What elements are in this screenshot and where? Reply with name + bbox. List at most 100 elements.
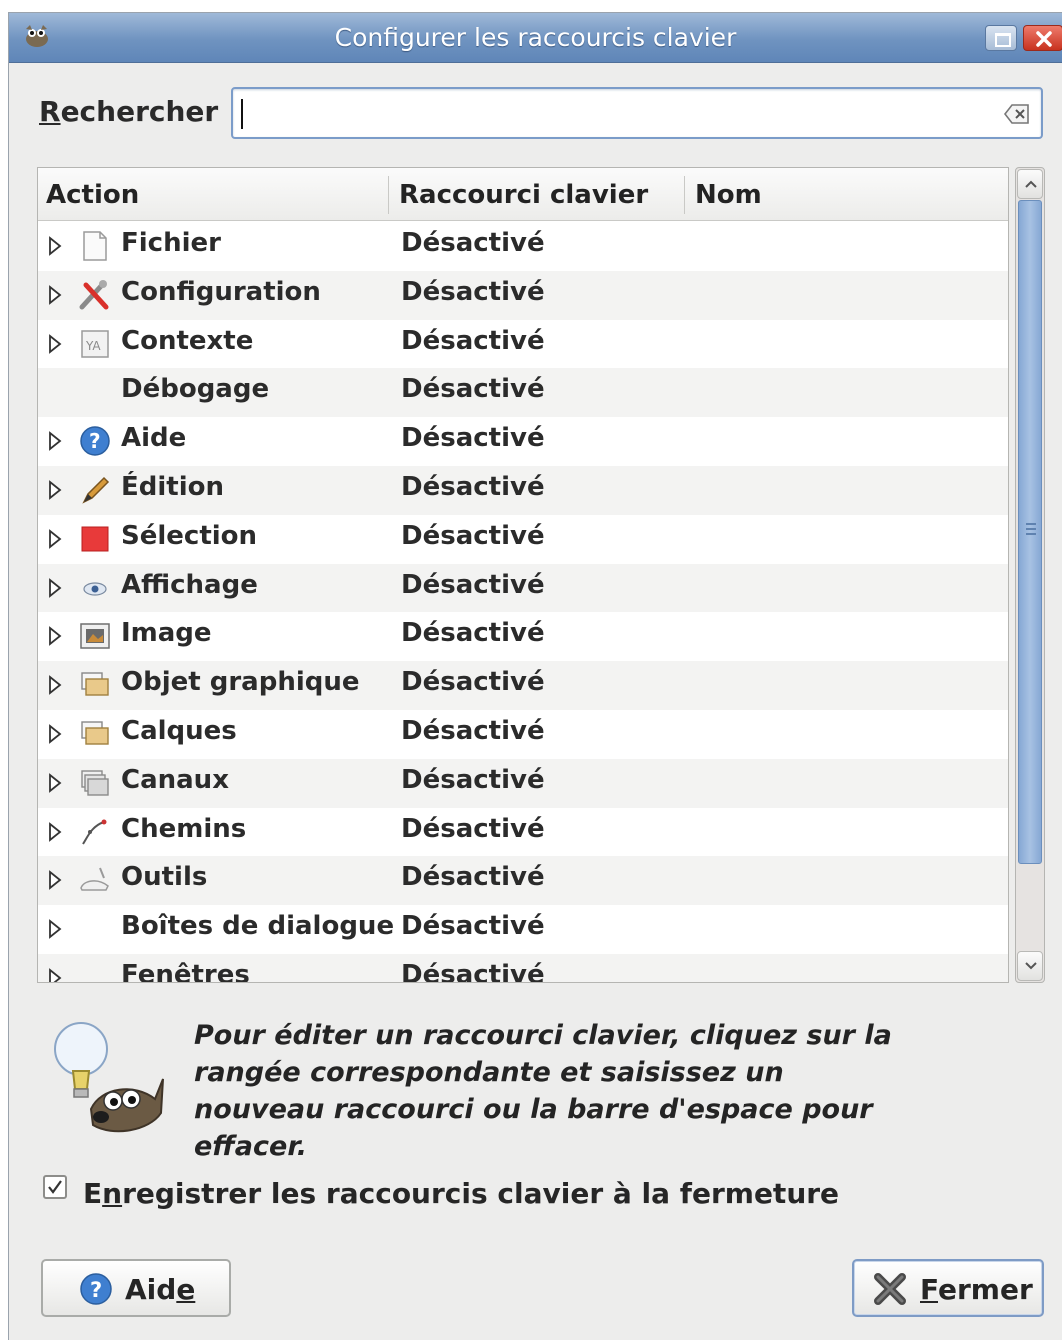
scroll-up-button[interactable]: [1017, 169, 1043, 199]
image-icon: [80, 623, 110, 650]
row-shortcut: Désactivé: [401, 423, 545, 454]
close-icon: [874, 1273, 906, 1305]
help-icon: ?: [80, 1273, 112, 1305]
channels-icon: [81, 770, 109, 796]
selection-icon: [81, 526, 109, 552]
expander-arrow-icon[interactable]: [48, 772, 62, 793]
row-shortcut: Désactivé: [401, 569, 545, 600]
column-header-action[interactable]: Action: [38, 178, 388, 212]
svg-text:?: ?: [89, 429, 101, 453]
chevron-up-icon: [1025, 180, 1037, 188]
table-row[interactable]: Chemins Désactivé: [38, 808, 1008, 857]
column-separator: [684, 176, 685, 214]
expander-arrow-icon[interactable]: [48, 284, 62, 305]
svg-text:YA: YA: [85, 339, 101, 353]
table-row[interactable]: Calques Désactivé: [38, 710, 1008, 759]
expander-arrow-icon[interactable]: [48, 236, 62, 256]
row-shortcut: Désactivé: [401, 520, 545, 551]
row-action: Affichage: [121, 569, 258, 600]
window-title: Configurer les raccourcis clavier: [334, 23, 737, 52]
table-row[interactable]: ? Aide Désactivé: [38, 417, 1008, 466]
expander-arrow-icon[interactable]: [48, 480, 62, 500]
save-on-exit-checkbox[interactable]: [43, 1175, 67, 1199]
help-icon: ?: [80, 426, 110, 456]
table-row[interactable]: YA Contexte Désactivé: [38, 320, 1008, 369]
row-action: Configuration: [121, 276, 321, 307]
row-shortcut: Désactivé: [401, 911, 545, 942]
tools-box-icon: [80, 867, 109, 892]
column-header-shortcut[interactable]: Raccourci clavier: [391, 178, 683, 212]
vertical-scrollbar[interactable]: [1015, 167, 1045, 983]
expander-arrow-icon[interactable]: [48, 724, 62, 744]
expander-arrow-icon[interactable]: [48, 675, 62, 696]
table-row[interactable]: Affichage Désactivé: [38, 563, 1008, 613]
table-row[interactable]: Fichier Désactivé: [38, 222, 1008, 271]
tree-rows: Fichier Désactivé Configuration Désactiv…: [38, 222, 1008, 983]
help-button[interactable]: ? Aide: [41, 1259, 231, 1317]
row-shortcut: Désactivé: [401, 618, 545, 649]
row-action: Chemins: [121, 813, 247, 844]
column-separator: [388, 176, 389, 214]
row-action: Contexte: [121, 325, 254, 356]
expander-arrow-icon[interactable]: [48, 919, 62, 940]
row-shortcut: Désactivé: [401, 862, 545, 893]
eye-icon: [83, 581, 107, 596]
help-button-label: Aide: [125, 1273, 196, 1306]
layers-icon: [81, 721, 109, 745]
search-input[interactable]: [231, 87, 1043, 139]
expander-arrow-icon[interactable]: [48, 528, 62, 549]
context-icon: YA: [81, 329, 109, 358]
paths-icon: [82, 819, 107, 845]
expander-arrow-icon[interactable]: [48, 431, 62, 452]
row-shortcut: Désactivé: [401, 228, 545, 258]
table-row[interactable]: Boîtes de dialogue Désactivé: [38, 905, 1008, 954]
row-shortcut: Désactivé: [401, 374, 545, 405]
hint-text: Pour éditer un raccourci clavier, clique…: [194, 1020, 892, 1162]
expander-arrow-icon[interactable]: [48, 870, 62, 891]
table-row[interactable]: Objet graphique Désactivé: [38, 661, 1008, 710]
row-action: Sélection: [121, 520, 258, 551]
row-action: Calques: [121, 715, 237, 746]
close-window-button[interactable]: [1023, 25, 1062, 51]
row-shortcut: Désactivé: [401, 667, 545, 698]
pencil-icon: [82, 476, 110, 504]
chevron-down-icon: [1025, 962, 1037, 970]
expander-arrow-icon[interactable]: [48, 821, 62, 842]
shortcuts-tree[interactable]: Action Raccourci clavier Nom Fichier Dés…: [37, 167, 1009, 983]
table-row[interactable]: Débogage Désactivé: [38, 368, 1008, 418]
table-row[interactable]: Image Désactivé: [38, 612, 1008, 661]
table-row[interactable]: Sélection Désactivé: [38, 515, 1008, 564]
expander-arrow-icon[interactable]: [48, 577, 62, 598]
title-bar[interactable]: Configurer les raccourcis clavier: [9, 13, 1062, 63]
row-action: Édition: [121, 471, 224, 502]
clear-search-icon[interactable]: [1003, 103, 1031, 125]
table-row[interactable]: Fenêtres Désactivé: [38, 953, 1008, 983]
row-action: Débogage: [121, 374, 270, 405]
expander-arrow-icon[interactable]: [48, 968, 62, 983]
scrollbar-thumb[interactable]: [1018, 200, 1042, 864]
scrollbar-grip: [1026, 523, 1036, 537]
row-action: Fichier: [121, 228, 221, 258]
close-button[interactable]: Fermer: [852, 1259, 1044, 1317]
row-shortcut: Désactivé: [401, 276, 545, 307]
text-caret: [241, 99, 243, 129]
save-on-exit-label[interactable]: Enregistrer les raccourcis clavier à la …: [83, 1177, 839, 1210]
table-row[interactable]: Canaux Désactivé: [38, 758, 1008, 808]
row-shortcut: Désactivé: [401, 715, 545, 746]
expander-arrow-icon[interactable]: [48, 333, 62, 354]
lightbulb-wilber-icon: [54, 1022, 164, 1133]
row-shortcut: Désactivé: [401, 325, 545, 356]
table-row[interactable]: Édition Désactivé: [38, 465, 1008, 515]
tree-header: Action Raccourci clavier Nom: [38, 168, 1008, 221]
row-action: Objet graphique: [121, 667, 360, 698]
row-shortcut: Désactivé: [401, 813, 545, 844]
scroll-down-button[interactable]: [1017, 951, 1043, 981]
table-row[interactable]: Outils Désactivé: [38, 856, 1008, 906]
drawable-icon: [81, 672, 109, 696]
row-action: Outils: [121, 862, 208, 893]
tools-icon: [79, 279, 109, 310]
column-header-name[interactable]: Nom: [687, 178, 1007, 212]
expander-arrow-icon[interactable]: [48, 626, 62, 647]
table-row[interactable]: Configuration Désactivé: [38, 270, 1008, 320]
maximize-button[interactable]: [985, 25, 1017, 51]
